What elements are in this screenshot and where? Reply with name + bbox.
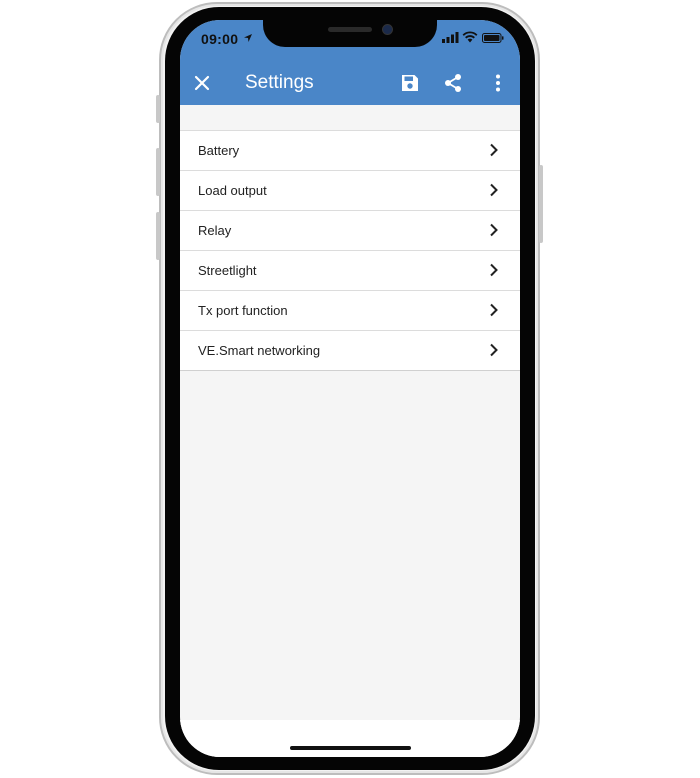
chevron-right-icon <box>490 143 498 157</box>
power-button <box>539 165 543 243</box>
settings-item-load-output[interactable]: Load output <box>180 171 520 211</box>
chevron-right-icon <box>490 303 498 317</box>
phone-screen: 09:00 Settings Battery Load output Relay… <box>180 20 520 757</box>
settings-item-label: VE.Smart networking <box>198 343 321 358</box>
chevron-right-icon <box>490 223 498 237</box>
status-time: 09:00 <box>201 31 239 47</box>
chevron-right-icon <box>490 183 498 197</box>
earpiece-speaker <box>328 27 372 32</box>
settings-item-battery[interactable]: Battery <box>180 131 520 171</box>
settings-item-ve-smart-networking[interactable]: VE.Smart networking <box>180 331 520 371</box>
home-indicator[interactable] <box>290 746 411 750</box>
settings-item-label: Streetlight <box>198 263 257 278</box>
share-icon[interactable] <box>443 73 463 93</box>
phone-notch <box>263 20 437 47</box>
wifi-icon <box>462 31 478 43</box>
more-vert-icon[interactable] <box>488 73 508 93</box>
settings-item-label: Relay <box>198 223 232 238</box>
settings-item-label: Battery <box>198 143 240 158</box>
settings-item-relay[interactable]: Relay <box>180 211 520 251</box>
battery-icon <box>482 33 504 43</box>
chevron-right-icon <box>490 263 498 277</box>
cellular-signal-icon <box>442 32 459 43</box>
front-camera <box>382 24 393 35</box>
volume-up-button <box>156 148 160 196</box>
settings-item-label: Tx port function <box>198 303 288 318</box>
close-icon[interactable] <box>192 73 212 93</box>
chevron-right-icon <box>490 343 498 357</box>
mute-switch <box>156 95 160 123</box>
settings-item-label: Load output <box>198 183 267 198</box>
settings-list: Battery Load output Relay Streetlight Tx… <box>180 130 520 371</box>
settings-item-streetlight[interactable]: Streetlight <box>180 251 520 291</box>
save-icon[interactable] <box>400 73 420 93</box>
volume-down-button <box>156 212 160 260</box>
home-bar <box>180 720 520 757</box>
page-title: Settings <box>245 72 314 93</box>
location-arrow-icon <box>244 34 252 42</box>
settings-item-tx-port-function[interactable]: Tx port function <box>180 291 520 331</box>
